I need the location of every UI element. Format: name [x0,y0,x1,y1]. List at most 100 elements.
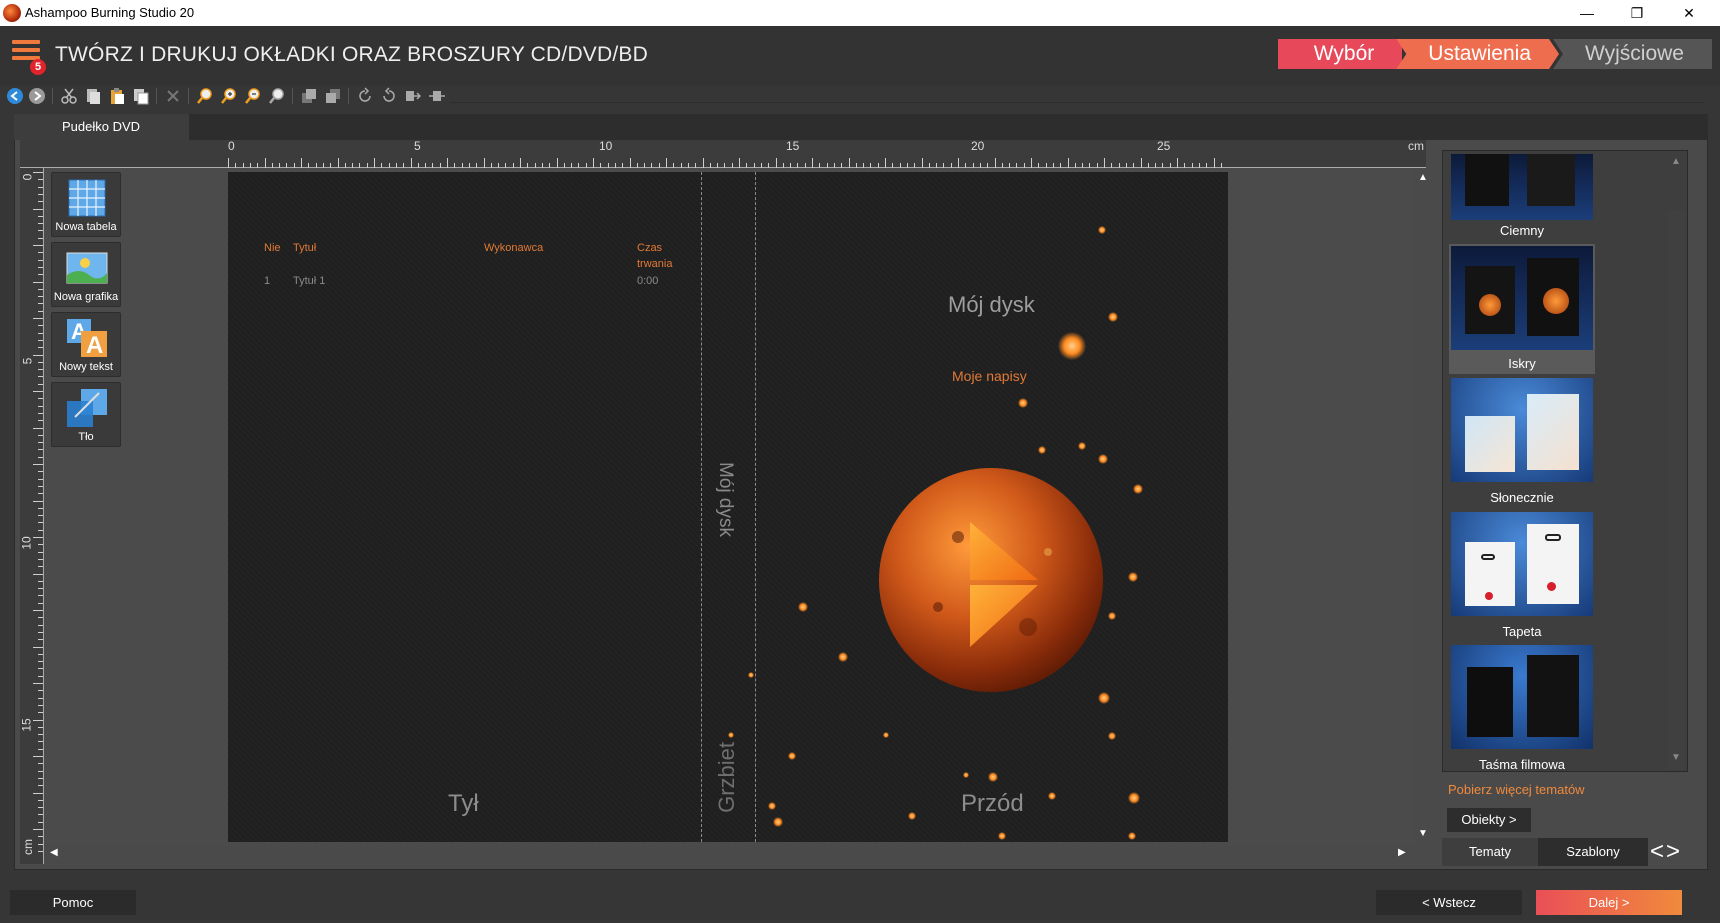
close-button[interactable]: ✕ [1664,0,1714,26]
objects-button[interactable]: Obiekty > [1447,808,1531,832]
sparkle [748,672,754,678]
paste-icon[interactable] [108,87,126,105]
ruler-number: 15 [786,139,800,153]
themes-scroll-up-icon[interactable]: ▲ [1671,156,1681,167]
ruler-tick [38,507,43,509]
ruler-tick [666,158,667,168]
ruler-tick [447,158,448,168]
align-icon[interactable] [404,87,422,105]
sparkle [998,832,1006,840]
front-subtitle[interactable]: Moje napisy [952,368,1027,384]
help-button[interactable]: Pomoc [10,890,136,915]
new-image-button[interactable]: Nowa grafika [51,242,121,307]
zoom-page-icon[interactable] [268,87,286,105]
duplicate-icon[interactable] [132,87,150,105]
ruler-tick [1104,158,1105,168]
back-button[interactable]: < Wstecz [1376,890,1522,915]
play-logo-icon[interactable] [878,467,1104,693]
zoom-in-icon[interactable] [220,87,238,105]
copy-icon[interactable] [84,87,102,105]
theme-sunny[interactable]: Słonecznie [1449,378,1595,508]
step-settings[interactable]: Ustawienia [1396,39,1559,69]
scroll-up-icon[interactable]: ▲ [1418,172,1428,183]
back-label[interactable]: Tył [448,790,479,818]
ruler-tick [38,223,43,225]
canvas-vertical-scrollbar[interactable]: ▲ ▼ [1414,168,1432,845]
zoom-out-icon[interactable] [244,87,262,105]
ruler-tick [38,799,43,801]
ruler-tick [38,332,43,334]
ruler-tick [38,814,43,816]
panel-nav-arrows[interactable]: <> [1650,838,1702,866]
themes-scroll-down-icon[interactable]: ▼ [1671,752,1681,763]
spine-left-guide [701,172,702,842]
ruler-tick [38,697,43,699]
dvd-cover[interactable]: Nie Tytuł Wykonawca Czas trwania 1 Tytuł… [228,172,1228,842]
ruler-tick [38,566,43,568]
ruler-tick [848,158,850,168]
ruler-tick [33,719,43,721]
spine-label[interactable]: Grzbiet [714,742,740,813]
restore-button[interactable]: ❐ [1612,0,1662,26]
theme-thumbnail [1451,645,1593,749]
background-label: Tło [78,431,94,443]
theme-wallpaper[interactable]: Tapeta [1449,512,1595,642]
delete-icon[interactable] [164,87,182,105]
spine-title[interactable]: Mój dysk [714,462,736,537]
sparkle [1128,792,1140,804]
vertical-ruler: 0 5 10 15 cm [20,168,44,864]
scroll-left-icon[interactable]: ◀ [50,847,58,858]
rotate-left-icon[interactable] [356,87,374,105]
ruler-number: 5 [20,357,35,365]
track-row-num: 1 [264,275,271,287]
forward-icon[interactable] [28,87,46,105]
bring-front-icon[interactable] [300,87,318,105]
tab-dvd-box[interactable]: Pudełko DVD [14,114,189,140]
send-back-icon[interactable] [324,87,342,105]
cut-icon[interactable] [60,87,78,105]
ruler-tick [33,610,43,611]
theme-dark[interactable]: Ciemny [1449,154,1595,242]
scroll-down-icon[interactable]: ▼ [1418,828,1428,839]
sparkle [1108,612,1116,620]
sparkle [963,772,969,778]
step-selection[interactable]: Wybór [1277,39,1403,69]
front-title[interactable]: Mój dysk [948,292,1035,318]
ruler-tick [38,449,43,451]
back-icon[interactable] [6,87,24,105]
minimize-button[interactable]: — [1562,0,1612,26]
tab-themes[interactable]: Tematy [1442,838,1538,866]
ruler-tick [38,274,43,276]
distribute-icon[interactable] [428,87,446,105]
themes-scrollbar[interactable] [1668,210,1684,770]
theme-sparks[interactable]: Iskry [1449,244,1595,374]
zoom-fit-icon[interactable] [196,87,214,105]
canvas-horizontal-scrollbar[interactable]: ◀ ▶ [44,845,1414,861]
table-icon [68,179,106,217]
theme-film-strip[interactable]: Taśma filmowa [1449,645,1595,775]
ruler-tick [38,588,43,590]
track-header-duration-2: trwania [637,258,673,270]
ruler-number: 20 [971,139,985,153]
rotate-right-icon[interactable] [380,87,398,105]
scroll-right-icon[interactable]: ▶ [1398,847,1406,858]
ruler-tick [38,602,43,604]
front-label[interactable]: Przód [961,790,1024,818]
ruler-tick [38,653,43,655]
theme-thumbnail [1451,512,1593,616]
ruler-tick [38,617,43,619]
ruler-number: 15 [19,718,34,732]
ruler-tick [228,158,229,168]
next-button[interactable]: Dalej > [1536,890,1682,915]
new-table-button[interactable]: Nowa tabela [51,172,121,237]
ruler-tick [38,785,43,787]
ruler-tick [38,741,43,743]
download-more-themes-link[interactable]: Pobierz więcej tematów [1448,782,1585,797]
ruler-tick [38,668,43,670]
ruler-tick [38,675,43,677]
tab-templates[interactable]: Szablony [1538,838,1648,866]
step-output[interactable]: Wyjściowe [1553,39,1712,69]
new-text-button[interactable]: A A Nowy tekst [51,312,121,377]
ruler-tick [483,158,485,168]
background-button[interactable]: Tło [51,382,121,447]
